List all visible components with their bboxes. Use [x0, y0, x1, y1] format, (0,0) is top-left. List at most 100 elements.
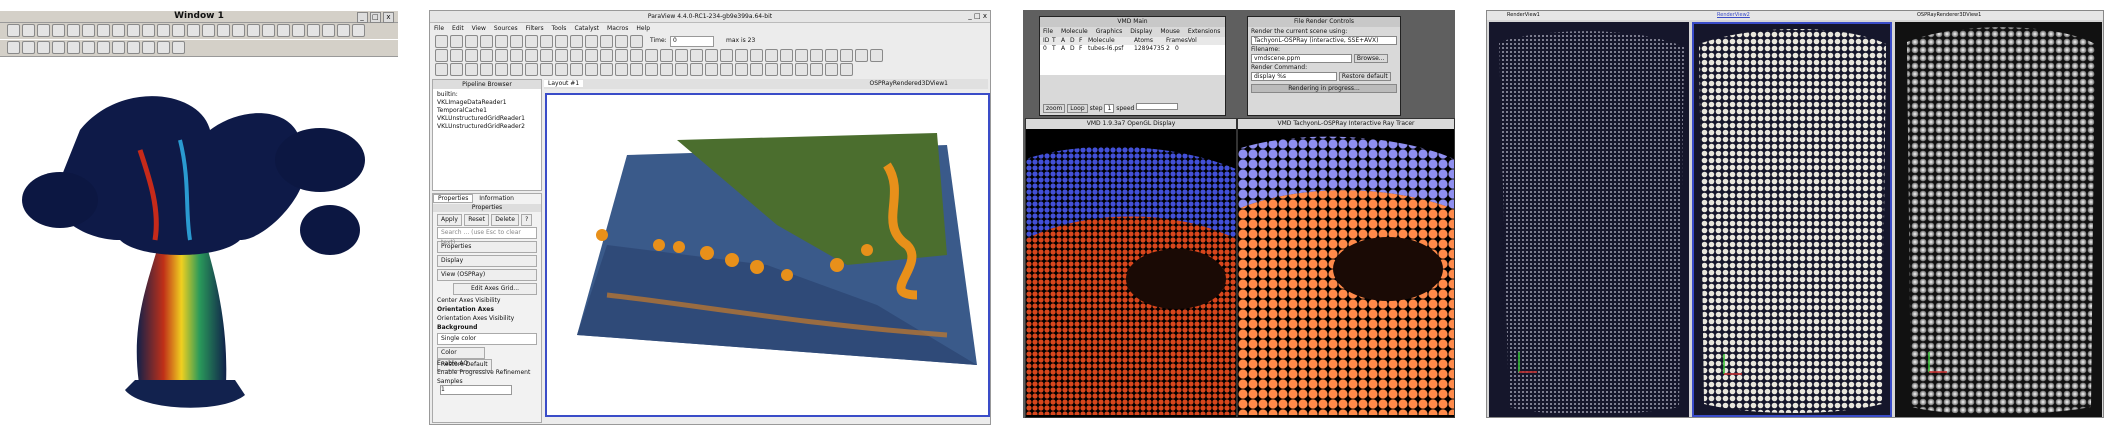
reset-button[interactable]: Reset: [464, 214, 489, 226]
pv-toolbar2-button-10[interactable]: [570, 49, 583, 62]
pv-toolbar1-button-13[interactable]: [615, 35, 628, 48]
w1-toolbar1-button-7[interactable]: [97, 24, 110, 37]
pv-toolbar3-button-17[interactable]: [675, 63, 688, 76]
w1-toolbar1-button-18[interactable]: [262, 24, 275, 37]
vmd-menu-item-4[interactable]: Mouse: [1160, 28, 1179, 35]
pv-toolbar2-button-25[interactable]: [795, 49, 808, 62]
vmd-menu-item-2[interactable]: Graphics: [1096, 28, 1123, 35]
search-input[interactable]: Search ... (use Esc to clear text): [437, 227, 537, 246]
samples-input[interactable]: 1: [440, 385, 512, 395]
w1-toolbar1-button-10[interactable]: [142, 24, 155, 37]
pv-close-button[interactable]: x: [983, 12, 987, 20]
section-view[interactable]: View (OSPRay): [437, 269, 537, 281]
tab-information[interactable]: Information: [475, 195, 518, 202]
w1-toolbar1-button-19[interactable]: [277, 24, 290, 37]
w1-toolbar1-button-11[interactable]: [157, 24, 170, 37]
pv-toolbar1-button-1[interactable]: [435, 35, 448, 48]
pipeline-item-1[interactable]: VKLImageDataReader1: [437, 99, 541, 107]
pv-toolbar3-button-3[interactable]: [465, 63, 478, 76]
section-properties[interactable]: Properties: [437, 241, 537, 253]
pv-toolbar2-button-28[interactable]: [840, 49, 853, 62]
pv-toolbar1-button-5[interactable]: [495, 35, 508, 48]
pv-toolbar3-button-24[interactable]: [780, 63, 793, 76]
tab-properties[interactable]: Properties: [433, 194, 474, 203]
pv-toolbar2-button-23[interactable]: [765, 49, 778, 62]
pv-toolbar3-button-19[interactable]: [705, 63, 718, 76]
pv-toolbar3-button-20[interactable]: [720, 63, 733, 76]
pv-toolbar3-button-2[interactable]: [450, 63, 463, 76]
pv-toolbar2-button-11[interactable]: [585, 49, 598, 62]
pv-toolbar3-button-1[interactable]: [435, 63, 448, 76]
pv-toolbar2-button-20[interactable]: [720, 49, 733, 62]
w1-toolbar2-button-1[interactable]: [7, 41, 20, 54]
pv-toolbar3-button-23[interactable]: [765, 63, 778, 76]
background-mode-select[interactable]: Single color: [437, 333, 537, 345]
pv-toolbar2-button-14[interactable]: [630, 49, 643, 62]
pv-toolbar2-button-12[interactable]: [600, 49, 613, 62]
pv-menu-item-5[interactable]: Tools: [552, 25, 567, 32]
w1-toolbar1-button-4[interactable]: [52, 24, 65, 37]
pv-toolbar2-button-19[interactable]: [705, 49, 718, 62]
pv-toolbar3-button-27[interactable]: [825, 63, 838, 76]
enable-progressive-checkbox[interactable]: Enable Progressive Refinement: [437, 369, 537, 376]
pipeline-item-3[interactable]: VKLUnstructuredGridReader1: [437, 115, 541, 123]
pv-toolbar3-button-7[interactable]: [525, 63, 538, 76]
pv-toolbar1-button-12[interactable]: [600, 35, 613, 48]
pv-toolbar2-button-15[interactable]: [645, 49, 658, 62]
pv-toolbar1-button-9[interactable]: [555, 35, 568, 48]
pv-toolbar3-button-6[interactable]: [510, 63, 523, 76]
pv-toolbar2-button-27[interactable]: [825, 49, 838, 62]
pv-toolbar2-button-18[interactable]: [690, 49, 703, 62]
pv-menu-item-7[interactable]: Macros: [607, 25, 628, 32]
minimize-button[interactable]: _: [356, 12, 368, 23]
pv-toolbar3-button-15[interactable]: [645, 63, 658, 76]
pv-toolbar3-button-12[interactable]: [600, 63, 613, 76]
pv-toolbar2-button-26[interactable]: [810, 49, 823, 62]
center-axes-checkbox[interactable]: Center Axes Visibility: [437, 297, 537, 304]
pv-toolbar2-button-3[interactable]: [465, 49, 478, 62]
w1-toolbar2-button-5[interactable]: [67, 41, 80, 54]
w1-toolbar1-button-3[interactable]: [37, 24, 50, 37]
pv-toolbar3-button-18[interactable]: [690, 63, 703, 76]
pv-toolbar3-button-22[interactable]: [750, 63, 763, 76]
pv-menu-item-4[interactable]: Filters: [526, 25, 544, 32]
render-view-2[interactable]: [1692, 22, 1892, 417]
renderer-select[interactable]: TachyonL-OSPRay (interactive, SSE+AVX): [1251, 36, 1397, 45]
w1-toolbar1-button-24[interactable]: [352, 24, 365, 37]
molecule-list-row[interactable]: 0 T A D Ftubes-l6.psf 128947352 0: [1040, 45, 1225, 75]
w1-toolbar2-button-3[interactable]: [37, 41, 50, 54]
browse-button[interactable]: Browse...: [1353, 54, 1388, 63]
pv-toolbar3-button-25[interactable]: [795, 63, 808, 76]
pv-toolbar2-button-9[interactable]: [555, 49, 568, 62]
pv-toolbar3-button-26[interactable]: [810, 63, 823, 76]
pv-toolbar3-button-5[interactable]: [495, 63, 508, 76]
w1-toolbar1-button-17[interactable]: [247, 24, 260, 37]
vmd-menu-item-5[interactable]: Extensions: [1188, 28, 1221, 35]
pv-toolbar1-button-11[interactable]: [585, 35, 598, 48]
w1-toolbar2-button-7[interactable]: [97, 41, 110, 54]
filename-input[interactable]: vmdscene.ppm: [1251, 54, 1352, 63]
pipeline-item-0[interactable]: builtin:: [437, 91, 541, 99]
pv-toolbar1-button-6[interactable]: [510, 35, 523, 48]
w1-toolbar1-button-5[interactable]: [67, 24, 80, 37]
pv-toolbar2-button-13[interactable]: [615, 49, 628, 62]
w1-toolbar1-button-22[interactable]: [322, 24, 335, 37]
w1-toolbar1-button-13[interactable]: [187, 24, 200, 37]
delete-button[interactable]: Delete: [491, 214, 519, 226]
pv-toolbar2-button-5[interactable]: [495, 49, 508, 62]
pv-toolbar3-button-13[interactable]: [615, 63, 628, 76]
pipeline-item-2[interactable]: TemporalCache1: [437, 107, 541, 115]
pv-toolbar1-button-7[interactable]: [525, 35, 538, 48]
w1-toolbar1-button-20[interactable]: [292, 24, 305, 37]
pv-menu-item-3[interactable]: Sources: [494, 25, 518, 32]
pv-toolbar3-button-21[interactable]: [735, 63, 748, 76]
pipeline-item-4[interactable]: VKLUnstructuredGridReader2: [437, 123, 541, 131]
w1-toolbar2-button-4[interactable]: [52, 41, 65, 54]
pv-toolbar2-button-7[interactable]: [525, 49, 538, 62]
pv-toolbar2-button-21[interactable]: [735, 49, 748, 62]
pv-toolbar3-button-28[interactable]: [840, 63, 853, 76]
zoom-button[interactable]: zoom: [1043, 104, 1066, 113]
pv-toolbar1-button-10[interactable]: [570, 35, 583, 48]
pv-toolbar2-button-8[interactable]: [540, 49, 553, 62]
pv-toolbar3-button-10[interactable]: [570, 63, 583, 76]
